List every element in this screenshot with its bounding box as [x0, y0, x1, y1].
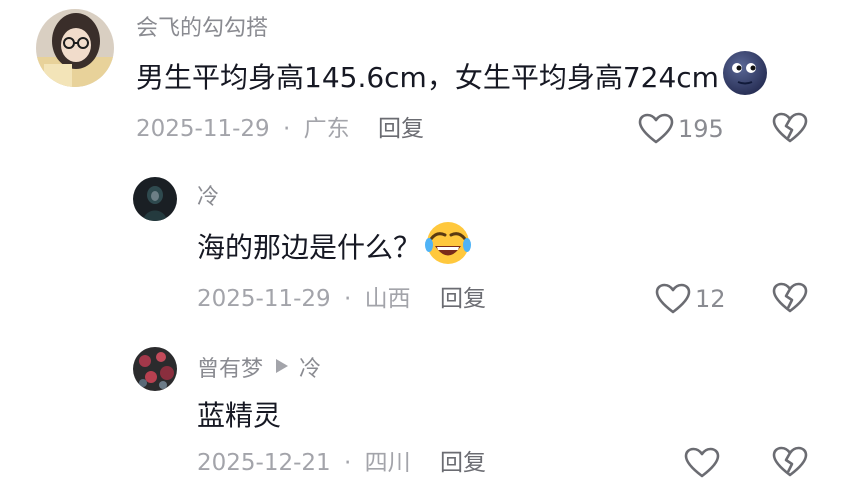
- avatar[interactable]: [36, 9, 114, 87]
- meta-separator: ·: [343, 286, 352, 312]
- comment-meta: 2025-12-21 · 四川: [197, 447, 411, 479]
- broken-heart-icon: [772, 282, 808, 318]
- comment-text: 男生平均身高145.6cm，女生平均身高724cm: [136, 50, 769, 100]
- dislike-button[interactable]: [772, 282, 808, 318]
- dislike-button[interactable]: [772, 112, 808, 148]
- comment-text: 海的那边是什么？: [197, 221, 473, 270]
- comment-location: 广东: [303, 116, 350, 142]
- like-count: 12: [695, 285, 726, 313]
- comment-location: 山西: [364, 286, 411, 312]
- heart-outline-icon: [638, 113, 674, 145]
- comment-text: 蓝精灵: [197, 392, 281, 436]
- play-triangle-icon: [275, 355, 289, 380]
- comment-meta: 2025-11-29 · 山西: [197, 283, 411, 315]
- heart-outline-icon: [655, 283, 691, 315]
- author-name[interactable]: 冷: [197, 179, 219, 211]
- like-button[interactable]: [684, 444, 724, 482]
- comment-author[interactable]: 冷: [197, 178, 219, 212]
- broken-heart-icon: [772, 112, 808, 148]
- comment-text-content: 蓝精灵: [197, 399, 282, 432]
- comment-location: 四川: [364, 450, 411, 476]
- comment-text-content: 男生平均身高145.6cm，女生平均身高724cm: [136, 61, 719, 94]
- rolling-on-floor-laughing-emoji: [423, 219, 473, 274]
- reply-button[interactable]: 回复: [378, 113, 424, 145]
- heart-outline-icon: [684, 447, 720, 479]
- avatar[interactable]: [133, 177, 177, 221]
- reply-button[interactable]: 回复: [440, 447, 486, 479]
- like-button[interactable]: 12: [655, 280, 726, 318]
- comment-author[interactable]: 会飞的勾勾搭: [136, 9, 268, 43]
- author-name[interactable]: 会飞的勾勾搭: [136, 10, 268, 42]
- comment-date: 2025-11-29: [197, 286, 331, 312]
- dislike-button[interactable]: [772, 446, 808, 482]
- comment-author[interactable]: 曾有梦 冷: [197, 350, 321, 384]
- like-count: 195: [678, 115, 724, 143]
- reply-button[interactable]: 回复: [440, 283, 486, 315]
- comment-meta: 2025-11-29 · 广东: [136, 113, 350, 145]
- like-button[interactable]: 195: [638, 110, 724, 148]
- author-name[interactable]: 曾有梦: [197, 351, 263, 383]
- reply-to-name[interactable]: 冷: [299, 351, 321, 383]
- comment-date: 2025-12-21: [197, 450, 331, 476]
- meta-separator: ·: [282, 116, 291, 142]
- new-moon-face-emoji: [721, 49, 769, 104]
- avatar[interactable]: [133, 347, 177, 391]
- broken-heart-icon: [772, 446, 808, 482]
- comment-text-content: 海的那边是什么？: [197, 231, 422, 264]
- comment-date: 2025-11-29: [136, 116, 270, 142]
- meta-separator: ·: [343, 450, 352, 476]
